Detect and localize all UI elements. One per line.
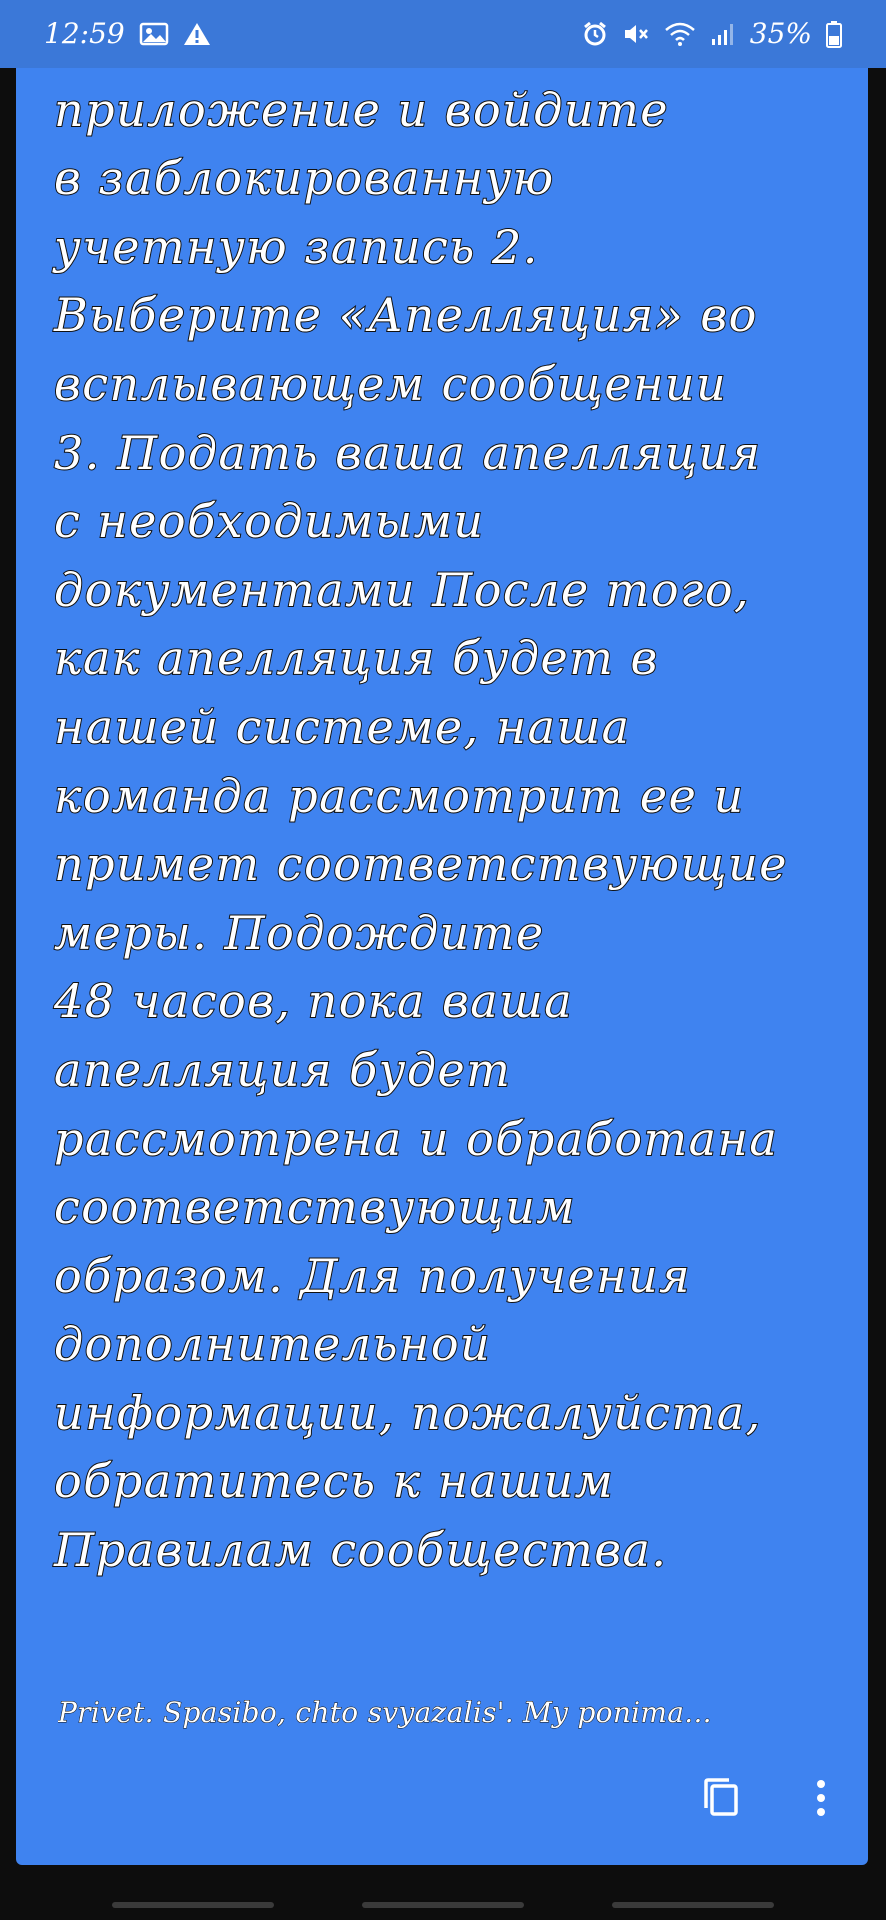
translation-card: систему. 1. Откройте приложение и войдит… bbox=[16, 0, 868, 1865]
status-bar-right: 35% bbox=[582, 17, 842, 50]
nav-recents-handle[interactable] bbox=[112, 1902, 274, 1908]
status-time: 12:59 bbox=[44, 17, 125, 50]
wifi-icon bbox=[664, 21, 696, 47]
alarm-icon bbox=[582, 21, 608, 47]
copy-button[interactable] bbox=[691, 1770, 751, 1830]
romanized-text: Privet. Spasibo, chto svyazalis'. My pon… bbox=[58, 1696, 712, 1729]
signal-icon bbox=[710, 21, 736, 47]
nav-home-handle[interactable] bbox=[362, 1902, 524, 1908]
image-icon bbox=[139, 22, 169, 46]
navigation-bar bbox=[0, 1886, 886, 1920]
status-bar: 12:59 35% bbox=[0, 0, 886, 68]
battery-icon bbox=[826, 20, 842, 48]
more-options-button[interactable] bbox=[801, 1770, 841, 1830]
battery-percent: 35% bbox=[749, 17, 812, 50]
mute-icon bbox=[622, 21, 650, 47]
copy-icon bbox=[699, 1776, 743, 1824]
nav-back-handle[interactable] bbox=[612, 1902, 774, 1908]
translated-text: систему. 1. Откройте приложение и войдит… bbox=[53, 13, 788, 1578]
warning-icon bbox=[183, 22, 211, 46]
card-actions bbox=[16, 1770, 868, 1840]
more-vert-icon bbox=[815, 1776, 827, 1824]
status-bar-left: 12:59 bbox=[44, 17, 211, 50]
